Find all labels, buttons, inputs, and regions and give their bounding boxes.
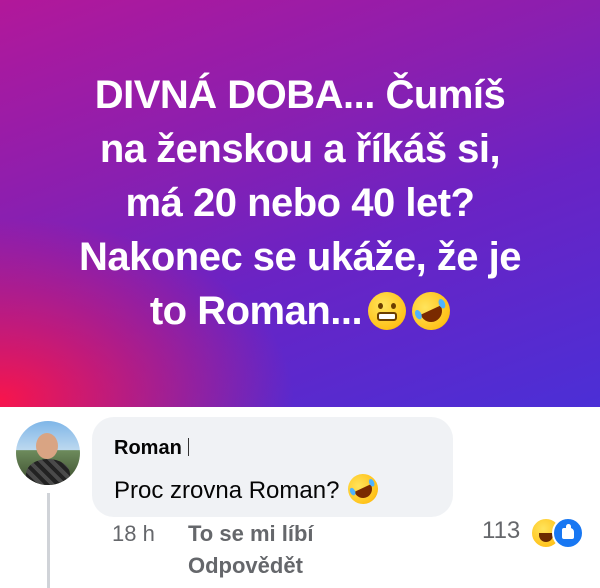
comment-bubble: Roman Proc zrovna Roman?	[92, 417, 453, 517]
reply-button[interactable]: Odpovědět	[188, 553, 303, 579]
reaction-count[interactable]: 113	[482, 517, 520, 545]
comment-timestamp[interactable]: 18 h	[112, 521, 155, 547]
avatar-head	[36, 433, 58, 459]
reaction-icons[interactable]	[530, 517, 586, 549]
post-text-line: DIVNÁ DOBA... Čumíš	[94, 73, 506, 117]
avatar-body	[26, 459, 70, 485]
post-text: DIVNÁ DOBA... Čumíš na ženskou a říkáš s…	[30, 68, 570, 338]
like-button[interactable]: To se mi líbí	[188, 521, 314, 547]
comment-text: Proc zrovna Roman?	[114, 469, 384, 509]
post-text-line: má 20 nebo 40 let?	[125, 181, 475, 225]
post-text-line: na ženskou a říkáš si,	[99, 127, 501, 171]
rolling-on-floor-laughing-emoji-icon	[343, 469, 384, 509]
avatar[interactable]	[16, 421, 80, 485]
post-text-line: Nakonec se ukáže, že je	[78, 235, 522, 279]
thread-line	[47, 493, 50, 588]
post-text-line-last: to Roman...	[30, 284, 570, 338]
grimacing-face-emoji-icon	[368, 292, 407, 330]
comment-text-content: Proc zrovna Roman?	[114, 477, 340, 504]
comment-section: Roman Proc zrovna Roman? 18 h To se mi l…	[0, 407, 600, 588]
post-text-line: to Roman...	[149, 289, 363, 333]
post-image-banner: DIVNÁ DOBA... Čumíš na ženskou a říkáš s…	[0, 0, 600, 407]
comment-author-name[interactable]: Roman	[114, 437, 182, 459]
like-reaction-icon	[552, 517, 584, 549]
rolling-on-floor-laughing-emoji-icon	[405, 285, 457, 337]
comment-author: Roman	[114, 437, 189, 460]
author-separator	[187, 438, 189, 456]
